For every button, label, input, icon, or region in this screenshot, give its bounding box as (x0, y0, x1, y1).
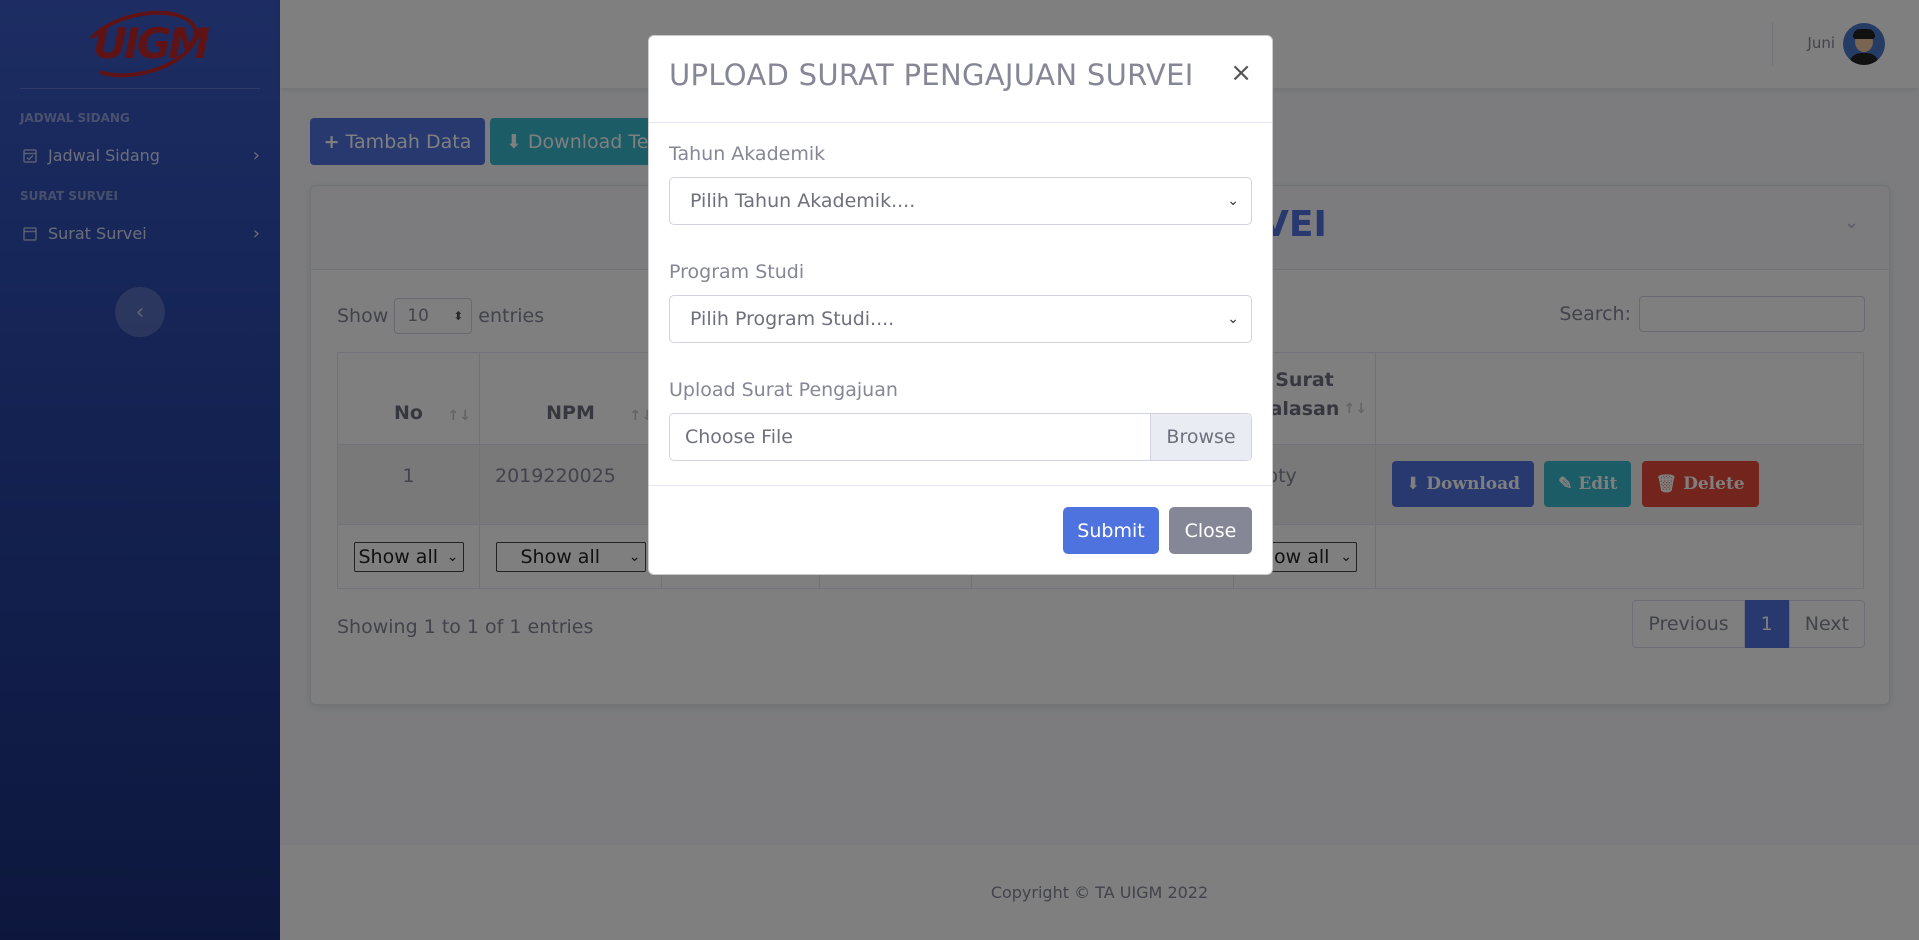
modal-title: UPLOAD SURAT PENGAJUAN SURVEI (669, 58, 1194, 92)
modal-body: Tahun Akademik Pilih Tahun Akademik.... … (649, 123, 1272, 461)
program-studi-value: Pilih Program Studi.... (690, 308, 895, 330)
modal-header: UPLOAD SURAT PENGAJUAN SURVEI × (649, 36, 1272, 123)
close-button[interactable]: Close (1169, 507, 1252, 554)
close-icon[interactable]: × (1230, 58, 1252, 88)
chevron-down-icon: ⌄ (1227, 311, 1239, 327)
file-name: Choose File (685, 426, 793, 448)
upload-modal: UPLOAD SURAT PENGAJUAN SURVEI × Tahun Ak… (648, 35, 1273, 575)
tahun-akademik-select[interactable]: Pilih Tahun Akademik.... ⌄ (669, 177, 1252, 225)
upload-surat-label: Upload Surat Pengajuan (669, 379, 898, 401)
program-studi-select[interactable]: Pilih Program Studi.... ⌄ (669, 295, 1252, 343)
tahun-akademik-label: Tahun Akademik (669, 143, 826, 165)
file-input[interactable]: Choose File Browse (669, 413, 1252, 461)
program-studi-label: Program Studi (669, 261, 805, 283)
chevron-down-icon: ⌄ (1227, 193, 1239, 209)
modal-footer: Submit Close (649, 485, 1272, 575)
tahun-akademik-value: Pilih Tahun Akademik.... (690, 190, 916, 212)
submit-button[interactable]: Submit (1063, 507, 1159, 554)
browse-button[interactable]: Browse (1150, 414, 1251, 460)
